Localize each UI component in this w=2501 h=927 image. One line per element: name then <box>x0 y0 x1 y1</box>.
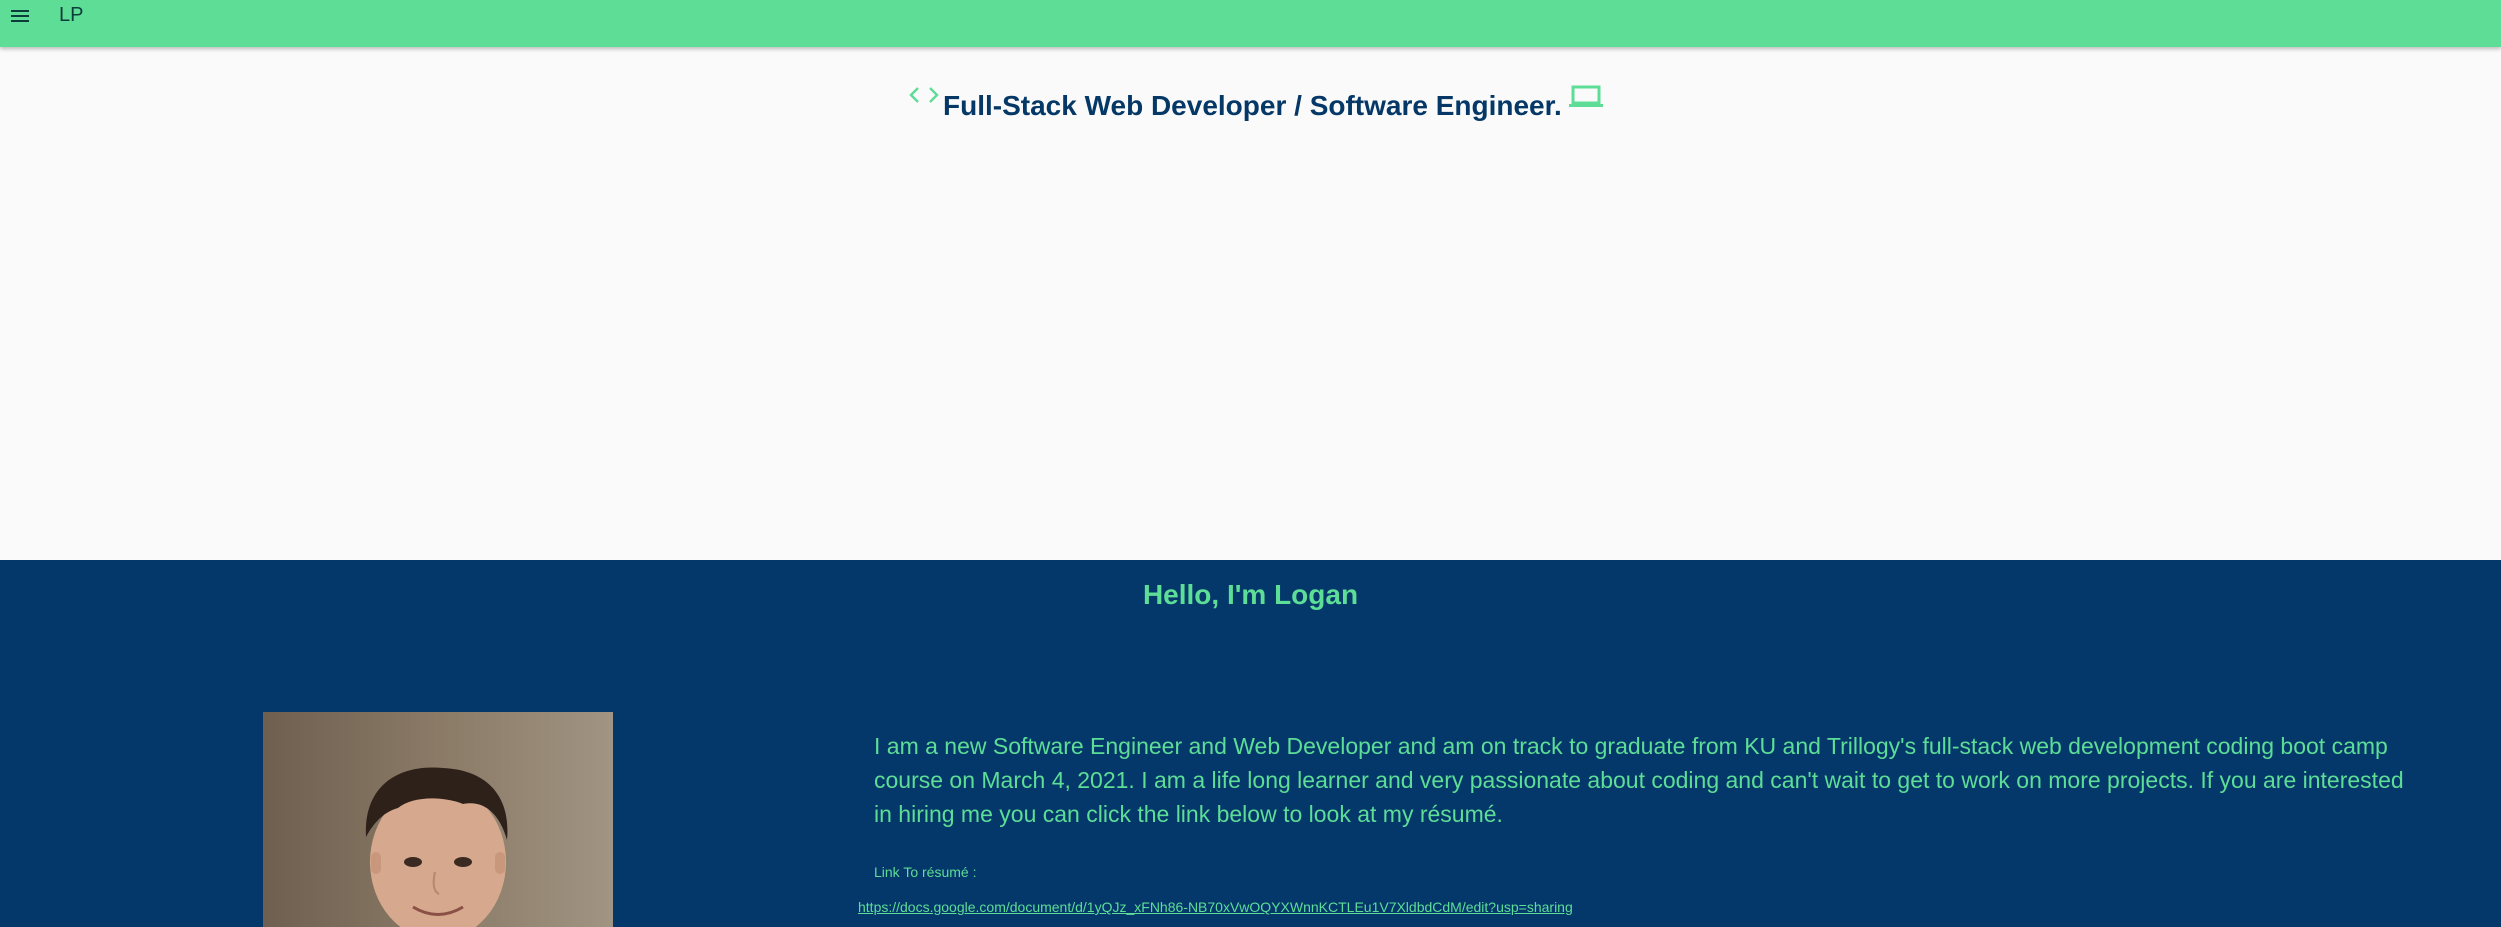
hero-title: Full-Stack Web Developer / Software Engi… <box>943 90 1562 121</box>
about-heading: Hello, I'm Logan <box>1142 579 1359 610</box>
menu-icon <box>11 10 29 22</box>
resume-link[interactable]: https://docs.google.com/document/d/1yQJz… <box>858 899 1573 915</box>
profile-photo-illustration <box>263 712 613 927</box>
about-section: Hello, I'm Logan I am a new Software Eng… <box>0 560 2501 927</box>
menu-button[interactable] <box>8 4 32 28</box>
laptop-icon <box>1569 85 1603 107</box>
app-bar: LP <box>0 0 2501 47</box>
code-icon <box>909 87 939 103</box>
profile-photo <box>263 712 613 927</box>
brand-logo[interactable]: LP <box>59 2 83 28</box>
resume-label: Link To résumé : <box>874 864 977 880</box>
hero-section: Full-Stack Web Developer / Software Engi… <box>0 47 2501 560</box>
bio-text: I am a new Software Engineer and Web Dev… <box>874 733 2404 827</box>
